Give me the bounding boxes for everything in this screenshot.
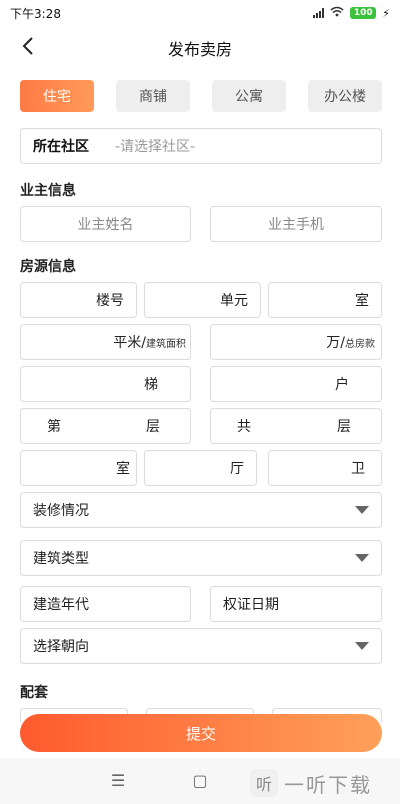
room-unit-label: 室 (355, 293, 369, 309)
unit-number-input[interactable]: 单元 (144, 282, 261, 318)
dropdown-arrow-icon (355, 554, 369, 562)
status-time: 下午3:28 (10, 6, 61, 21)
room-number-input[interactable]: 室 (268, 282, 382, 318)
price-unit-label: 万/ (326, 335, 345, 351)
house-section-title: 房源信息 (20, 259, 76, 275)
build-year-input[interactable]: 建造年代 (20, 586, 191, 622)
floor-suffix-label: 层 (146, 419, 160, 435)
property-type-tabs: 住宅 商铺 公寓 办公楼 (20, 80, 382, 112)
hall-input[interactable]: 厅 (144, 450, 257, 486)
building-unit-label: 楼号 (96, 293, 124, 309)
owner-phone-input[interactable]: 业主手机 (210, 206, 382, 242)
household-unit-label: 户 (335, 377, 349, 393)
decoration-select[interactable]: 装修情况 (20, 492, 382, 528)
status-icons: 100 ⚡ (313, 6, 390, 20)
tab-apartment[interactable]: 公寓 (212, 80, 286, 112)
build-year-label: 建造年代 (33, 597, 89, 613)
watermark-text: 一听下载 (284, 772, 372, 797)
area-unit-label: 平米/ (113, 335, 146, 351)
ladder-unit-label: 梯 (144, 377, 158, 393)
dropdown-arrow-icon (355, 642, 369, 650)
home-icon: ▢ (192, 770, 208, 790)
bedroom-unit-label: 室 (116, 461, 130, 477)
system-nav-bar: ☰ ▢ 听 一听下载 (0, 758, 400, 804)
building-type-select[interactable]: 建筑类型 (20, 540, 382, 576)
charging-icon: ⚡ (382, 6, 390, 20)
tab-office[interactable]: 办公楼 (308, 80, 382, 112)
orientation-select[interactable]: 选择朝向 (20, 628, 382, 664)
submit-button[interactable]: 提交 (20, 714, 382, 752)
battery-icon: 100 (350, 7, 377, 19)
floor-prefix-label: 第 (47, 419, 61, 435)
menu-icon: ☰ (110, 770, 126, 790)
back-button[interactable] (14, 34, 42, 62)
status-bar: 下午3:28 100 ⚡ (0, 0, 400, 26)
owner-name-input[interactable]: 业主姓名 (20, 206, 191, 242)
page-title: 发布卖房 (167, 40, 232, 59)
facilities-section-title: 配套 (20, 685, 48, 701)
bedroom-input[interactable]: 室 (20, 450, 137, 486)
hall-unit-label: 厅 (230, 461, 244, 477)
community-placeholder: -请选择社区- (115, 139, 196, 155)
watermark: 听 一听下载 (250, 768, 395, 798)
building-type-label: 建筑类型 (33, 551, 89, 567)
top-bar: 发布卖房 (0, 28, 400, 68)
owner-section-title: 业主信息 (20, 183, 76, 199)
area-sub-label: 建筑面积 (146, 338, 186, 350)
price-sub-label: 总房款 (345, 338, 375, 350)
price-input[interactable]: 万/ 总房款 (210, 324, 382, 360)
floor-input[interactable]: 第 层 (20, 408, 191, 444)
total-suffix-label: 层 (337, 419, 351, 435)
home-nav-button[interactable]: ▢ (186, 768, 214, 792)
total-floor-input[interactable]: 共 层 (210, 408, 382, 444)
ladder-input[interactable]: 梯 (20, 366, 191, 402)
unit-unit-label: 单元 (220, 293, 248, 309)
cert-date-input[interactable]: 权证日期 (210, 586, 382, 622)
signal-icon (313, 8, 325, 18)
decoration-label: 装修情况 (33, 503, 89, 519)
wifi-icon (330, 6, 344, 20)
menu-nav-button[interactable]: ☰ (104, 768, 132, 792)
area-input[interactable]: 平米/ 建筑面积 (20, 324, 191, 360)
building-number-input[interactable]: 楼号 (20, 282, 137, 318)
cert-date-label: 权证日期 (223, 597, 279, 613)
tab-residential[interactable]: 住宅 (20, 80, 94, 112)
orientation-label: 选择朝向 (33, 639, 89, 655)
tab-shop[interactable]: 商铺 (116, 80, 190, 112)
watermark-logo-icon: 听 (250, 769, 278, 797)
community-label: 所在社区 (33, 139, 89, 155)
bath-unit-label: 卫 (351, 461, 365, 477)
household-input[interactable]: 户 (210, 366, 382, 402)
chevron-left-icon (22, 37, 34, 59)
total-prefix-label: 共 (237, 419, 251, 435)
dropdown-arrow-icon (355, 506, 369, 514)
bathroom-input[interactable]: 卫 (268, 450, 382, 486)
community-select[interactable]: 所在社区 -请选择社区- (20, 128, 382, 164)
